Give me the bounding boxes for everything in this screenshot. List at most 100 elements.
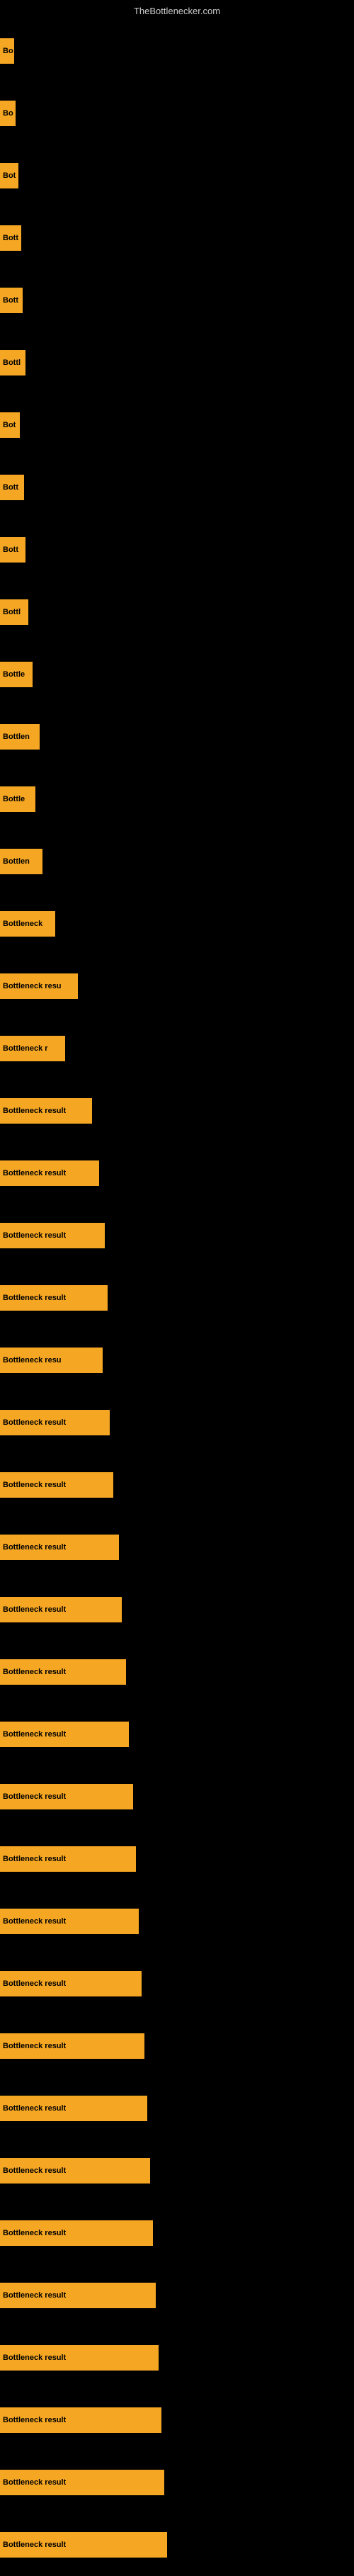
bar-item: Bott	[0, 537, 25, 563]
bar-label: Bot	[3, 171, 16, 180]
bar-label: Bottleneck result	[3, 2104, 66, 2113]
bar-item: Bottle	[0, 662, 33, 687]
bar-label: Bottleneck result	[3, 2416, 66, 2424]
bar-item: Bottl	[0, 350, 25, 375]
bar-label: Bottleneck result	[3, 1792, 66, 1801]
bar-label: Bottleneck result	[3, 1107, 66, 1115]
bar-row: Bottleneck result	[0, 1578, 354, 1641]
bar-item: Bott	[0, 475, 24, 500]
bar-label: Bottleneck result	[3, 1855, 66, 1863]
bar-row: Bot	[0, 145, 354, 207]
bar-label: Bottleneck result	[3, 1730, 66, 1739]
bar-label: Bottleneck result	[3, 1481, 66, 1489]
bar-row: Bottleneck result	[0, 1641, 354, 1703]
bar-item: Bottleneck resu	[0, 1348, 103, 1373]
bar-row: Bottleneck result	[0, 2451, 354, 2514]
bar-label: Bottleneck result	[3, 1231, 66, 1240]
bar-label: Bottleneck r	[3, 1044, 48, 1053]
bar-label: Bottl	[3, 608, 21, 616]
bar-row: Bot	[0, 394, 354, 456]
bar-row: Bottleneck resu	[0, 1329, 354, 1391]
bar-row: Bottleneck result	[0, 2015, 354, 2077]
bar-label: Bott	[3, 546, 18, 554]
bar-item: Bottlen	[0, 849, 42, 874]
bar-item: Bottleneck	[0, 911, 55, 937]
bar-label: Bottleneck result	[3, 2354, 66, 2362]
bar-item: Bottleneck result	[0, 2407, 161, 2433]
bar-label: Bottlen	[3, 733, 30, 741]
bar-row: Bottleneck r	[0, 1017, 354, 1080]
bar-label: Bottleneck result	[3, 2478, 66, 2487]
bar-row: Bott	[0, 207, 354, 269]
bar-label: Bo	[3, 47, 13, 55]
bar-label: Bottlen	[3, 857, 30, 866]
bar-item: Bottleneck result	[0, 1410, 110, 1435]
bar-label: Bottleneck result	[3, 2291, 66, 2300]
bar-label: Bottleneck result	[3, 1169, 66, 1177]
bar-row: Bottleneck result	[0, 2077, 354, 2140]
bar-row: Bottleneck result	[0, 1142, 354, 1204]
bar-label: Bottleneck result	[3, 2229, 66, 2237]
bar-row: Bottlen	[0, 830, 354, 893]
bar-label: Bott	[3, 234, 18, 242]
bar-item: Bottlen	[0, 724, 40, 750]
bar-item: Bottleneck result	[0, 1472, 113, 1498]
bar-label: Bottleneck result	[3, 1668, 66, 1676]
bar-item: Bottleneck result	[0, 1846, 136, 1872]
bar-row: Bottleneck result	[0, 2202, 354, 2264]
bar-label: Bottleneck result	[3, 1418, 66, 1427]
bar-item: Bottleneck result	[0, 2096, 147, 2121]
bar-item: Bottleneck resu	[0, 973, 78, 999]
bar-item: Bottleneck result	[0, 1597, 122, 1622]
bar-row: Bott	[0, 269, 354, 332]
bar-item: Bottleneck result	[0, 2158, 150, 2184]
bar-item: Bottleneck result	[0, 1285, 108, 1311]
bar-item: Bottleneck result	[0, 2470, 164, 2495]
bar-item: Bottleneck result	[0, 2283, 156, 2308]
bar-row: Bottleneck result	[0, 1953, 354, 2015]
bar-row: Bottleneck result	[0, 1516, 354, 1578]
bars-container: Bo Bo Bot Bott Bott Bottl Bot Bott Bott Bottl Bott…	[0, 20, 354, 2576]
bar-row: Bottl	[0, 581, 354, 643]
bar-row: Bottleneck result	[0, 1766, 354, 1828]
bar-item: Bo	[0, 101, 16, 126]
bar-row: Bottleneck result	[0, 1890, 354, 1953]
bar-row: Bottleneck result	[0, 2389, 354, 2451]
bar-row: Bottle	[0, 643, 354, 706]
bar-label: Bottleneck resu	[3, 1356, 62, 1365]
bar-label: Bottleneck result	[3, 2042, 66, 2050]
bar-item: Bottleneck result	[0, 1535, 119, 1560]
bar-item: Bottleneck result	[0, 1098, 92, 1124]
bar-label: Bottleneck result	[3, 1979, 66, 1988]
bar-row: Bottleneck result	[0, 2514, 354, 2576]
bar-label: Bott	[3, 296, 18, 305]
bar-row: Bott	[0, 519, 354, 581]
bar-row: Bottle	[0, 768, 354, 830]
bar-row: Bottlen	[0, 706, 354, 768]
bar-item: Bot	[0, 163, 18, 188]
bar-row: Bottleneck result	[0, 1080, 354, 1142]
bar-row: Bottleneck resu	[0, 955, 354, 1017]
bar-row: Bottleneck result	[0, 1454, 354, 1516]
bar-row: Bottleneck result	[0, 1267, 354, 1329]
bar-item: Bot	[0, 412, 20, 438]
bar-label: Bottle	[3, 795, 25, 803]
bar-label: Bottleneck result	[3, 1917, 66, 1926]
bar-item: Bottleneck result	[0, 1971, 142, 1996]
bar-item: Bottleneck result	[0, 1659, 126, 1685]
bar-label: Bo	[3, 109, 13, 118]
bar-label: Bott	[3, 483, 18, 492]
bar-label: Bot	[3, 421, 16, 429]
bar-item: Bottleneck result	[0, 2532, 167, 2558]
bar-item: Bottleneck result	[0, 1223, 105, 1248]
bar-row: Bottleneck result	[0, 2140, 354, 2202]
bar-row: Bottleneck result	[0, 2327, 354, 2389]
bar-label: Bottleneck result	[3, 1294, 66, 1302]
bar-item: Bott	[0, 288, 23, 313]
site-title: TheBottlenecker.com	[0, 1, 354, 19]
bar-label: Bottleneck resu	[3, 982, 62, 990]
bar-row: Bottleneck result	[0, 1703, 354, 1766]
bar-label: Bottleneck result	[3, 1543, 66, 1552]
bar-row: Bo	[0, 82, 354, 145]
bar-item: Bo	[0, 38, 14, 64]
